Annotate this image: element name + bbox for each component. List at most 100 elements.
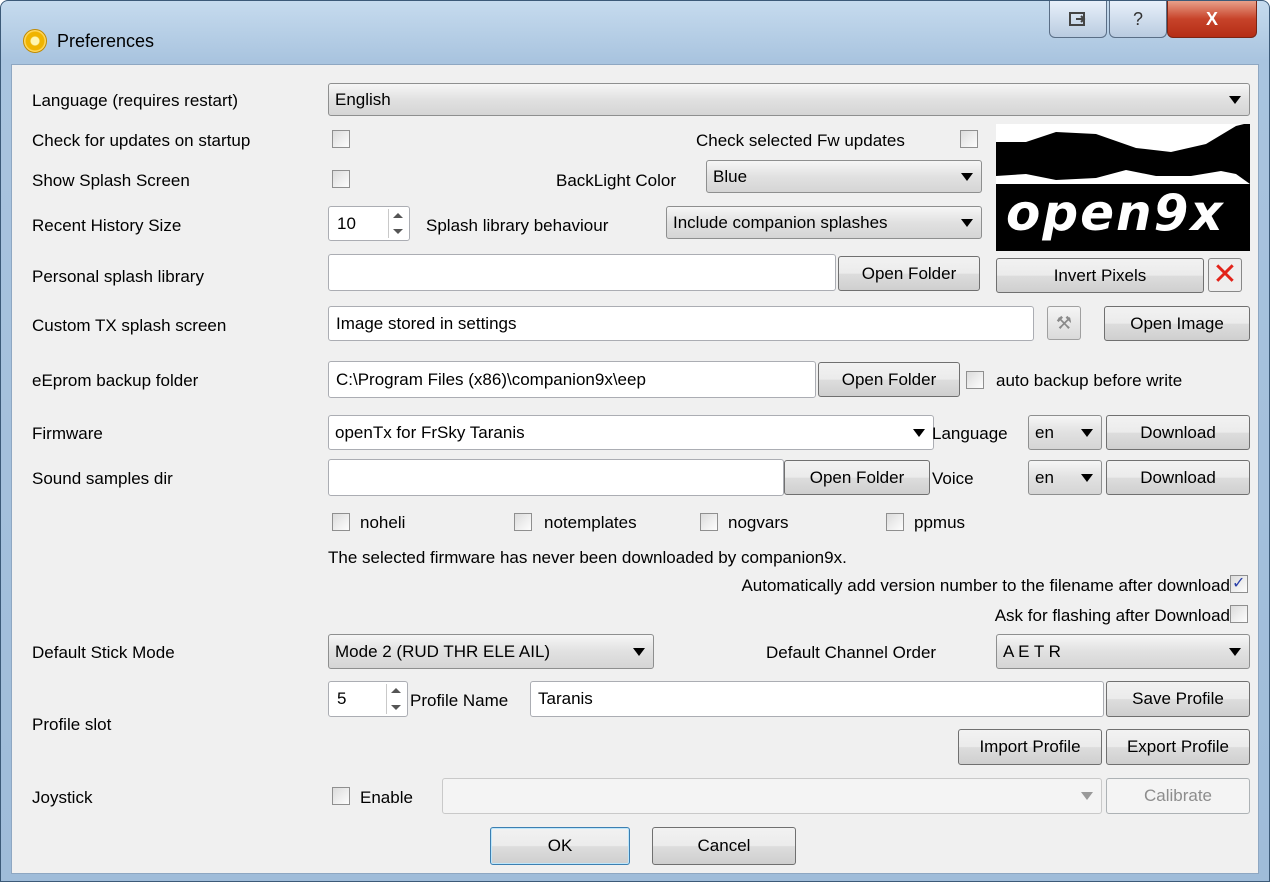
calibrate-button[interactable]: Calibrate (1106, 778, 1250, 814)
notemplates-label: notemplates (544, 513, 637, 532)
backlight-color-label: BackLight Color (556, 171, 677, 190)
voice-label: Voice (932, 469, 974, 488)
chevron-down-icon (913, 428, 925, 437)
ask-flashing-label: Ask for flashing after Download (994, 606, 1230, 625)
close-button[interactable]: X (1167, 1, 1257, 38)
restore-window-button[interactable] (1049, 1, 1107, 38)
eeprom-backup-path-field[interactable]: C:\Program Files (x86)\companion9x\eep (328, 361, 816, 398)
ask-flashing-checkbox[interactable] (1230, 605, 1248, 623)
auto-version-checkbox[interactable] (1230, 573, 1248, 593)
noheli-checkbox[interactable] (332, 513, 350, 531)
profile-name-field[interactable]: Taranis (530, 681, 1104, 717)
help-icon: ? (1132, 8, 1143, 29)
profile-slot-label: Profile slot (32, 715, 112, 734)
chevron-down-icon (1229, 647, 1241, 656)
show-splash-checkbox[interactable] (332, 170, 350, 188)
profile-slot-spinbox[interactable]: 5 (328, 681, 408, 717)
export-profile-button[interactable]: Export Profile (1106, 729, 1250, 765)
ok-button[interactable]: OK (490, 827, 630, 865)
cancel-button[interactable]: Cancel (652, 827, 796, 865)
firmware-download-button[interactable]: Download (1106, 415, 1250, 450)
custom-tx-splash-label: Custom TX splash screen (32, 316, 227, 335)
backlight-color-select[interactable]: Blue (706, 160, 982, 193)
splash-library-behaviour-label: Splash library behaviour (426, 216, 609, 235)
voice-download-button[interactable]: Download (1106, 460, 1250, 495)
preferences-client-area: Language (requires restart) English Chec… (11, 64, 1259, 874)
recent-history-spinbox[interactable]: 10 (328, 206, 410, 241)
firmware-select[interactable]: openTx for FrSky Taranis (328, 415, 934, 450)
check-fw-updates-label: Check selected Fw updates (696, 131, 905, 150)
preferences-window: Preferences ? X Language (requires resta… (0, 0, 1270, 882)
recent-history-value: 10 (337, 213, 356, 233)
chevron-down-icon (1081, 428, 1093, 437)
firmware-value: openTx for FrSky Taranis (335, 422, 525, 442)
custom-tx-splash-field[interactable]: Image stored in settings (328, 306, 1034, 341)
notemplates-checkbox[interactable] (514, 513, 532, 531)
title-bar[interactable]: Preferences ? X (1, 1, 1269, 57)
language-select[interactable]: English (328, 83, 1250, 116)
language-value: English (335, 89, 391, 109)
sound-samples-path-field[interactable] (328, 459, 784, 496)
fw-language-value: en (1035, 422, 1054, 442)
clear-splash-button[interactable]: ✕ (1208, 258, 1242, 292)
joystick-enable-checkbox[interactable] (332, 787, 350, 805)
check-updates-checkbox[interactable] (332, 130, 350, 148)
personal-splash-path-field[interactable] (328, 254, 836, 291)
recent-history-label: Recent History Size (32, 216, 182, 235)
default-stick-mode-label: Default Stick Mode (32, 643, 175, 662)
voice-select[interactable]: en (1028, 460, 1102, 495)
help-button[interactable]: ? (1109, 1, 1167, 38)
save-profile-button[interactable]: Save Profile (1106, 681, 1250, 717)
preferences-gear-icon (23, 29, 47, 53)
nogvars-checkbox[interactable] (700, 513, 718, 531)
spin-up-icon[interactable] (391, 688, 401, 693)
spin-up-icon[interactable] (393, 213, 403, 218)
spin-arrows[interactable] (388, 209, 407, 238)
restore-window-icon (1069, 12, 1086, 26)
joystick-enable-label: Enable (360, 788, 413, 807)
splash-library-behaviour-select[interactable]: Include companion splashes (666, 206, 982, 239)
check-fw-updates-checkbox[interactable] (960, 130, 978, 148)
invert-pixels-button[interactable]: Invert Pixels (996, 258, 1204, 293)
fw-language-select[interactable]: en (1028, 415, 1102, 450)
auto-version-label: Automatically add version number to the … (741, 576, 1230, 595)
nogvars-label: nogvars (728, 513, 789, 532)
personal-splash-label: Personal splash library (32, 267, 204, 286)
joystick-label: Joystick (32, 788, 93, 807)
chevron-down-icon (1081, 473, 1093, 482)
backlight-color-value: Blue (713, 166, 748, 186)
voice-value: en (1035, 467, 1054, 487)
default-stick-mode-select[interactable]: Mode 2 (RUD THR ELE AIL) (328, 634, 654, 669)
red-x-icon: ✕ (1212, 258, 1238, 291)
spin-down-icon[interactable] (391, 705, 401, 710)
profile-name-label: Profile Name (410, 691, 509, 710)
ppmus-label: ppmus (914, 513, 966, 532)
default-stick-mode-value: Mode 2 (RUD THR ELE AIL) (335, 641, 551, 661)
window-title: Preferences (57, 31, 155, 51)
import-profile-button[interactable]: Import Profile (958, 729, 1102, 765)
auto-backup-label: auto backup before write (996, 371, 1183, 390)
default-channel-order-value: A E T R (1003, 641, 1061, 661)
firmware-not-downloaded-message: The selected firmware has never been dow… (328, 548, 847, 567)
close-icon: X (1205, 8, 1218, 29)
joystick-select[interactable] (442, 778, 1102, 814)
sound-open-folder-button[interactable]: Open Folder (784, 460, 930, 495)
language-label: Language (requires restart) (32, 91, 239, 110)
ppmus-checkbox[interactable] (886, 513, 904, 531)
fw-language-label: Language (932, 424, 1008, 443)
splash-logo-text: open9x (1006, 184, 1225, 242)
open-image-button[interactable]: Open Image (1104, 306, 1250, 341)
firmware-label: Firmware (32, 424, 103, 443)
auto-backup-checkbox[interactable] (966, 371, 984, 389)
show-splash-label: Show Splash Screen (32, 171, 190, 190)
personal-splash-open-folder-button[interactable]: Open Folder (838, 256, 980, 291)
splash-library-behaviour-value: Include companion splashes (673, 212, 888, 232)
check-updates-label: Check for updates on startup (32, 131, 251, 150)
default-channel-order-label: Default Channel Order (766, 643, 937, 662)
spin-arrows[interactable] (386, 684, 405, 714)
default-channel-order-select[interactable]: A E T R (996, 634, 1250, 669)
spin-down-icon[interactable] (393, 229, 403, 234)
chevron-down-icon (961, 218, 973, 227)
eeprom-open-folder-button[interactable]: Open Folder (818, 362, 960, 397)
splash-tool-button[interactable]: ⚒ (1047, 306, 1081, 340)
